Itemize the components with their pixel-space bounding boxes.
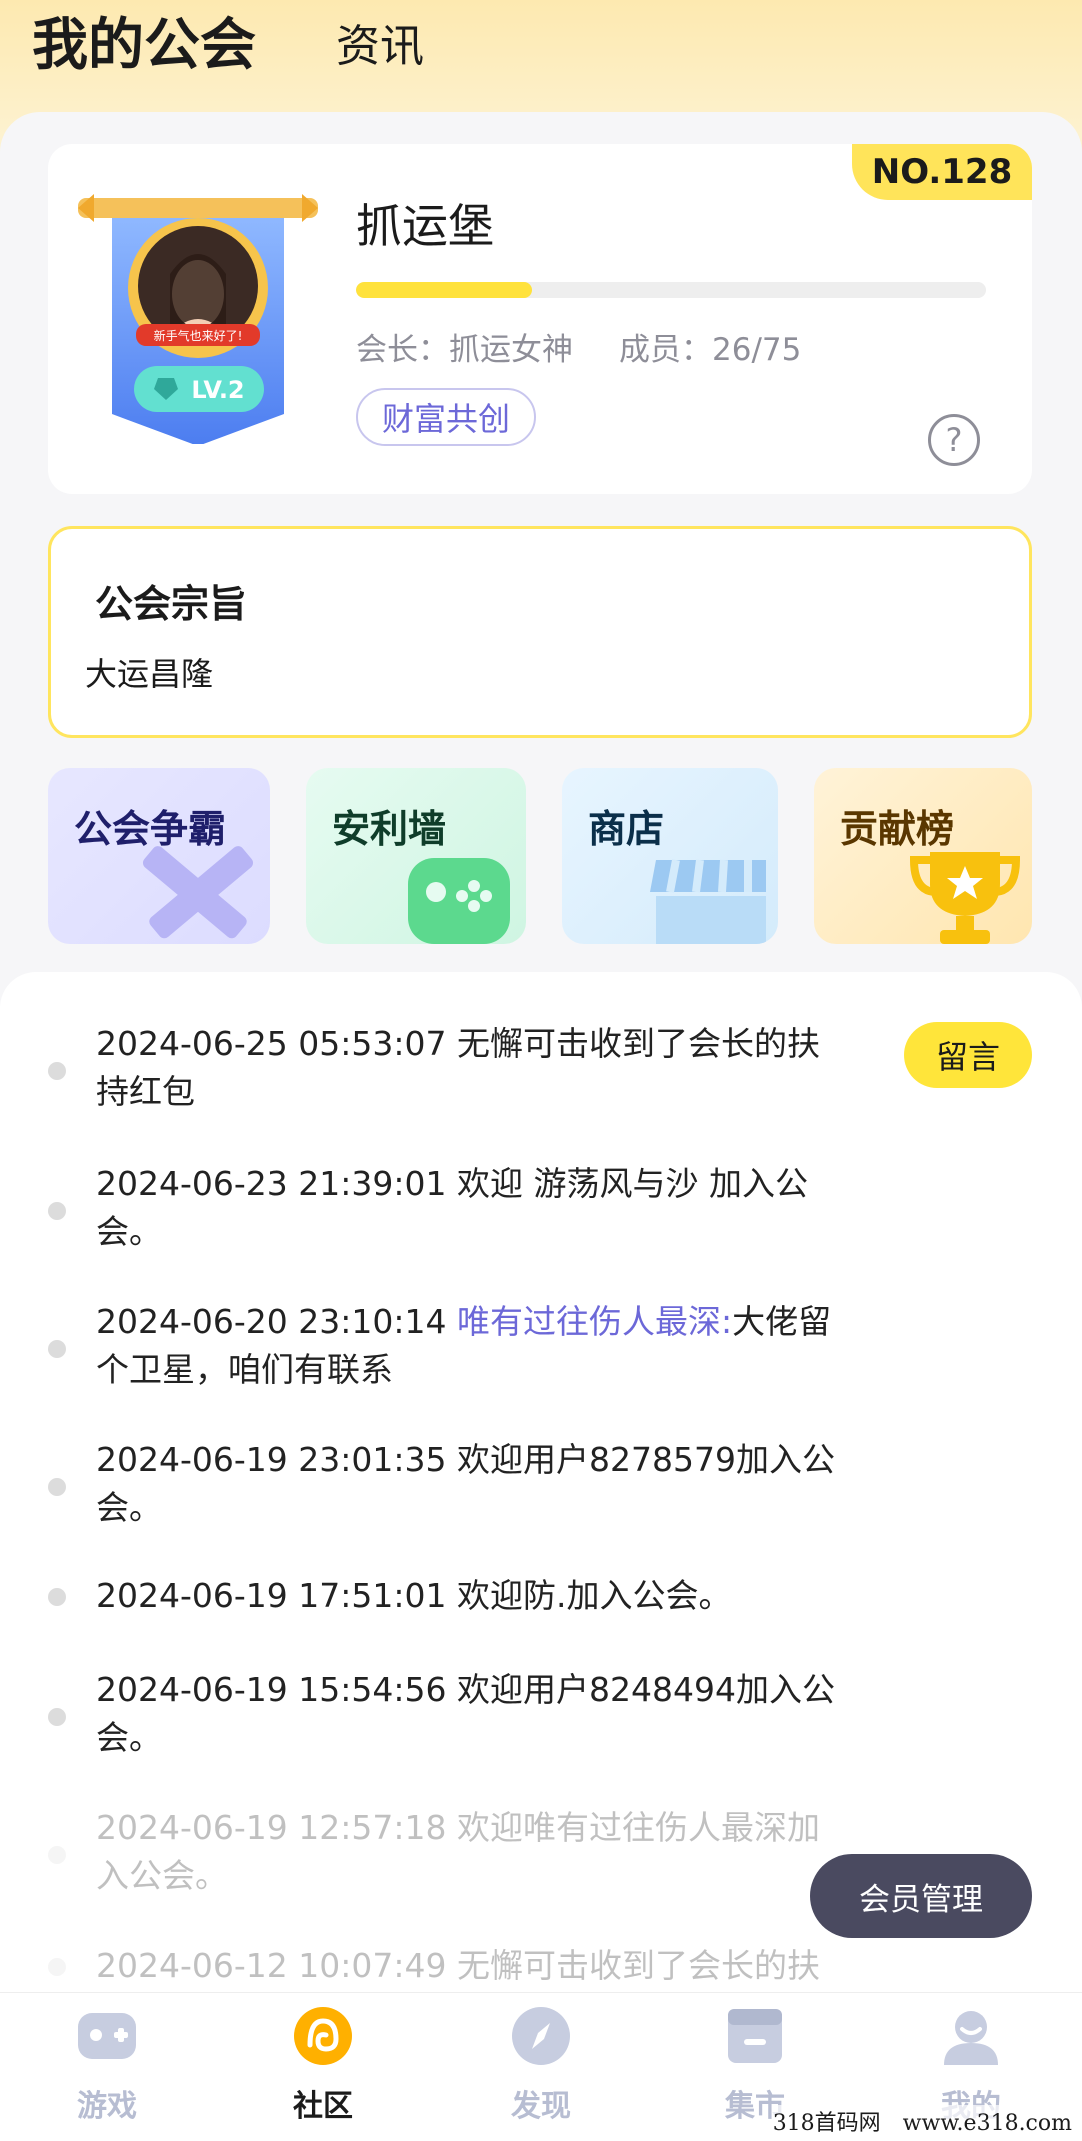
feed-bullet <box>48 1478 66 1496</box>
feed-item-text: 2024-06-19 15:54:56 欢迎用户8248494加入公会。 <box>96 1670 835 1757</box>
gamepad-icon <box>78 2013 136 2059</box>
guild-meta: 会长：抓运女神 成员：26/75 <box>356 324 801 369</box>
feed-item-text: 2024-06-20 23:10:14 唯有过往伤人最深:大佬留个卫星，咱们有联… <box>96 1302 832 1389</box>
feed-bullet <box>48 1846 66 1864</box>
guild-activity-feed[interactable]: 2024-06-25 05:53:07 无懈可击收到了会长的扶持红包 2024-… <box>0 972 1082 1992</box>
crossed-swords-icon <box>142 846 254 939</box>
tile-guild-battle[interactable]: 公会争霸 <box>48 768 270 944</box>
feed-bullet <box>48 1708 66 1726</box>
community-icon <box>294 2007 352 2065</box>
tile-store[interactable]: 商店 <box>562 768 778 944</box>
guild-purpose-card: 公会宗旨 大运昌隆 <box>48 526 1032 738</box>
profile-icon <box>944 2011 998 2065</box>
feed-user-link[interactable]: 唯有过往伤人最深: <box>457 1302 732 1341</box>
nav-item-community[interactable]: 社区 <box>248 2005 398 2135</box>
feed-item-text: 2024-06-19 23:01:35 欢迎用户8278579加入公会。 <box>96 1440 835 1527</box>
feed-bullet <box>48 1202 66 1220</box>
banner-caption: 新手气也来好了! <box>154 328 243 343</box>
tile-store-label: 商店 <box>588 807 665 851</box>
rank-badge: NO.128 <box>852 144 1032 200</box>
tile-contribution-rank[interactable]: 贡献榜 <box>814 768 1032 944</box>
guild-progress-fill <box>356 282 533 298</box>
tab-news[interactable]: 资讯 <box>336 10 424 74</box>
purpose-text: 大运昌隆 <box>85 655 214 693</box>
header: 我的公会 资讯 <box>0 0 1082 110</box>
feed-item-text: 2024-06-12 10:07:49 无懈可击收到了会长的扶 <box>96 1946 820 1985</box>
nav-item-games[interactable]: 游戏 <box>32 2005 182 2135</box>
feed-item-text: 2024-06-19 17:51:01 欢迎防.加入公会。 <box>96 1576 732 1615</box>
watermark: 318首码网 www.e318.com <box>772 2105 1072 2137</box>
nav-item-discover[interactable]: 发现 <box>466 2005 616 2135</box>
store-awning-icon <box>650 859 766 944</box>
guild-members: 成员：26/75 <box>619 332 802 368</box>
nav-label-community: 社区 <box>293 2089 353 2124</box>
tile-recommend-wall-label: 安利墙 <box>332 807 447 851</box>
feed-bullet <box>48 1588 66 1606</box>
gamepad-icon <box>408 858 510 944</box>
trophy-icon <box>910 852 1020 944</box>
nav-label-discover: 发现 <box>511 2089 571 2124</box>
feed-bullet <box>48 1340 66 1358</box>
guild-info-card[interactable]: NO.128 新手气也来好了! LV.2 抓运堡 会长：抓运女神 成员：26/75… <box>48 144 1032 494</box>
guild-banner-emblem: 新手气也来好了! LV.2 <box>78 194 318 444</box>
market-icon <box>728 2009 782 2063</box>
feed-item-text: 2024-06-19 12:57:18 欢迎唯有过往伤人最深加入公会。 <box>96 1808 820 1895</box>
guild-tag[interactable]: 财富共创 <box>356 388 537 446</box>
feed-item-text: 2024-06-23 21:39:01 欢迎 游荡风与沙 加入公会。 <box>96 1164 808 1251</box>
feed-bullet <box>48 1062 66 1080</box>
tile-recommend-wall[interactable]: 安利墙 <box>306 768 526 944</box>
feed-item-text: 2024-06-25 05:53:07 无懈可击收到了会长的扶持红包 <box>96 1024 820 1111</box>
tab-my-guild[interactable]: 我的公会 <box>32 0 256 81</box>
leave-message-button[interactable]: 留言 <box>904 1022 1032 1088</box>
tab-my-guild-label: 我的公会 <box>32 13 256 78</box>
guild-name: 抓运堡 <box>356 199 494 253</box>
guild-progress-bar <box>356 282 986 298</box>
purpose-title: 公会宗旨 <box>95 582 248 626</box>
help-icon[interactable]: ? <box>928 414 980 466</box>
compass-icon <box>512 2007 570 2065</box>
nav-label-games: 游戏 <box>77 2089 137 2124</box>
member-management-button[interactable]: 会员管理 <box>810 1854 1032 1938</box>
guild-leader: 会长：抓运女神 <box>356 332 573 368</box>
feed-bullet <box>48 1958 66 1976</box>
guild-level: LV.2 <box>191 376 244 404</box>
